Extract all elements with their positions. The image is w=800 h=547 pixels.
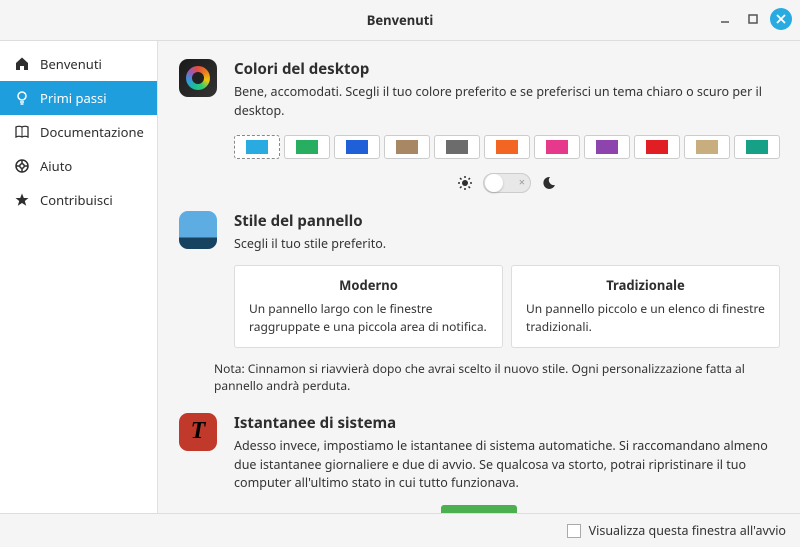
sun-icon [457,175,473,191]
section-panel-style: Stile del pannello Scegli il tuo stile p… [158,193,800,349]
color-swatch[interactable] [534,135,580,159]
sidebar-item-label: Benvenuti [40,55,102,73]
sidebar-item-label: Contribuisci [40,191,113,209]
sidebar-item-documentation[interactable]: Documentazione [0,115,157,149]
minimize-button[interactable] [714,8,736,30]
launch-button[interactable]: Esegui [441,505,517,513]
sidebar: Benvenuti Primi passi Documentazione Aiu… [0,41,158,513]
theme-toggle-row: × [234,173,780,193]
snapshot-icon: T [178,413,218,493]
sidebar-item-label: Aiuto [40,157,72,175]
color-swatch[interactable] [684,135,730,159]
window-controls [714,8,792,30]
panel-option-traditional[interactable]: Tradizionale Un pannello piccolo e un el… [511,265,780,348]
colors-icon [178,59,218,193]
sidebar-item-contribute[interactable]: Contribuisci [0,183,157,217]
titlebar: Benvenuti [0,0,800,40]
color-swatch[interactable] [584,135,630,159]
panel-style-note: Nota: Cinnamon si riavvierà dopo che avr… [214,360,800,395]
launch-button-row: Esegui [158,505,800,513]
book-icon [14,124,30,140]
snapshots-title: Istantanee di sistema [234,413,780,433]
panel-option-title: Moderno [249,276,488,294]
maximize-button[interactable] [742,8,764,30]
sidebar-item-welcome[interactable]: Benvenuti [0,47,157,81]
footer: Visualizza questa finestra all'avvio [0,513,800,547]
star-icon [14,192,30,208]
color-swatch[interactable] [234,135,280,159]
window-body: Benvenuti Primi passi Documentazione Aiu… [0,40,800,513]
help-icon [14,158,30,174]
color-swatch-row [234,135,780,159]
snapshots-desc: Adesso invece, impostiamo le istantanee … [234,437,780,493]
section-snapshots: T Istantanee di sistema Adesso invece, i… [158,395,800,493]
color-swatch[interactable] [334,135,380,159]
content-area: Colori del desktop Bene, accomodati. Sce… [158,41,800,513]
panel-option-desc: Un pannello piccolo e un elenco di fines… [526,300,765,335]
desktop-colors-desc: Bene, accomodati. Scegli il tuo colore p… [234,83,780,121]
color-swatch[interactable] [734,135,780,159]
color-swatch[interactable] [284,135,330,159]
show-on-startup-checkbox[interactable] [567,524,581,538]
sidebar-item-help[interactable]: Aiuto [0,149,157,183]
welcome-window: Benvenuti Benvenuti Primi passi [0,0,800,547]
show-on-startup-label: Visualizza questa finestra all'avvio [589,522,786,539]
section-desktop-colors: Colori del desktop Bene, accomodati. Sce… [158,41,800,193]
panel-style-desc: Scegli il tuo stile preferito. [234,235,780,254]
sidebar-item-first-steps[interactable]: Primi passi [0,81,157,115]
sidebar-item-label: Documentazione [40,123,144,141]
color-swatch[interactable] [384,135,430,159]
panel-style-options: Moderno Un pannello largo con le finestr… [234,265,780,348]
panel-option-modern[interactable]: Moderno Un pannello largo con le finestr… [234,265,503,348]
window-title: Benvenuti [367,11,433,29]
close-button[interactable] [770,8,792,30]
color-swatch[interactable] [634,135,680,159]
home-icon [14,56,30,72]
color-swatch[interactable] [434,135,480,159]
panel-option-title: Tradizionale [526,276,765,294]
lightbulb-icon [14,90,30,106]
panel-option-desc: Un pannello largo con le finestre raggru… [249,300,488,335]
color-swatch[interactable] [484,135,530,159]
desktop-colors-title: Colori del desktop [234,59,780,79]
panel-style-title: Stile del pannello [234,211,780,231]
theme-toggle[interactable]: × [483,173,531,193]
moon-icon [541,175,557,191]
panel-icon [178,211,218,349]
sidebar-item-label: Primi passi [40,89,107,107]
